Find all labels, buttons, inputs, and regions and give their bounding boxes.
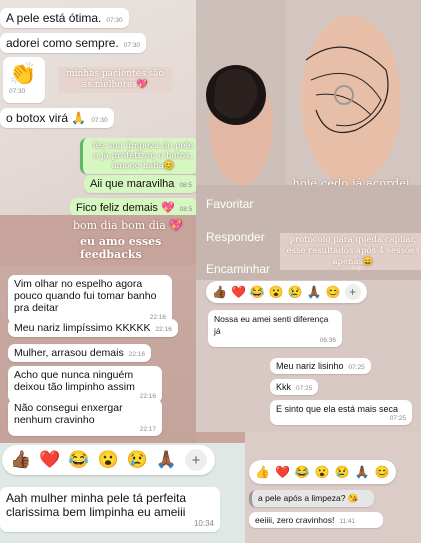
message-bubble: Fico feliz demais 💖 08:5 bbox=[70, 198, 196, 215]
plus-icon[interactable]: + bbox=[344, 284, 361, 300]
message-bubble: Meu nariz limpíssimo KKKKK 22:16 bbox=[8, 319, 178, 337]
message-time: 07:25 bbox=[296, 385, 313, 392]
thumbs-up-icon[interactable]: 👍🏾 bbox=[212, 285, 227, 299]
plus-icon[interactable]: + bbox=[185, 449, 208, 471]
message-time: 06:36 bbox=[319, 337, 336, 344]
message-text: eeiiii, zero cravinhos! bbox=[255, 515, 335, 525]
message-bubble: Mulher, arrasou demais 22:16 bbox=[8, 344, 151, 362]
thumbs-up-icon[interactable]: 👍 bbox=[255, 465, 270, 479]
message-text: E sinto que ela está mais seca bbox=[276, 404, 399, 414]
message-bubble: Aah mulher minha pele tá perfeita claris… bbox=[0, 487, 220, 532]
reaction-bar: 👍🏾 ❤️ 😂 😮 😢 🙏🏾 + bbox=[2, 445, 216, 475]
crying-icon[interactable]: 😢 bbox=[335, 465, 350, 479]
message-bubble: 👏 07:30 bbox=[3, 57, 45, 103]
praying-hands-icon[interactable]: 🙏🏾 bbox=[307, 285, 322, 299]
crying-icon[interactable]: 😢 bbox=[127, 450, 148, 470]
message-time: 07:30 bbox=[9, 88, 26, 95]
chat-screenshot-bottom-right: 👍 ❤️ 😂 😮 😢 🙏🏾 😊 a pele após a limpeza? 😘… bbox=[245, 432, 421, 543]
clapping-hands-emoji: 👏 bbox=[9, 61, 37, 86]
reaction-bar: 👍🏾 ❤️ 😂 😮 😢 🙏🏾 😊 + bbox=[206, 281, 367, 303]
context-menu-panel: Favoritar Responder Encaminhar ↪ protoco… bbox=[196, 185, 421, 280]
quoted-message: fez sua limpeza de pele e já profetizou … bbox=[80, 138, 196, 174]
message-time: 07:30 bbox=[123, 42, 140, 49]
hair-loss-photos bbox=[196, 0, 421, 185]
message-text: Kkk bbox=[276, 382, 292, 392]
laughing-icon[interactable]: 😂 bbox=[68, 450, 89, 470]
message-text: Vim olhar no espelho agora pouco quando … bbox=[14, 278, 157, 314]
menu-item-forward[interactable]: Encaminhar bbox=[206, 262, 270, 276]
message-time: 07:30 bbox=[91, 117, 108, 124]
smile-icon[interactable]: 😊 bbox=[375, 465, 390, 479]
banner-panel: bom dia bom dia 💖 eu amo esses feedbacks bbox=[0, 215, 196, 265]
hair-photos-panel: hoje cedo já acordei com feedback, amooo bbox=[196, 0, 421, 185]
crying-icon[interactable]: 😢 bbox=[288, 285, 303, 299]
quoted-text: fez sua limpeza de pele e já profetizou … bbox=[92, 141, 194, 171]
message-time: 07:25 bbox=[389, 415, 406, 422]
message-time: 10:34 bbox=[193, 519, 214, 528]
message-text: Aah mulher minha pele tá perfeita claris… bbox=[6, 491, 187, 519]
message-bubble: Acho que nunca ninguém deixou tão limpin… bbox=[8, 366, 162, 403]
laughing-icon[interactable]: 😂 bbox=[295, 465, 310, 479]
message-time: 22:17 bbox=[139, 426, 156, 433]
chat-screenshot-top-left: A pele está ótima. 07:30 adorei como semp… bbox=[0, 0, 196, 215]
menu-item-reply[interactable]: Responder bbox=[206, 230, 265, 244]
message-bubble: A pele está ótima. 07:30 bbox=[0, 8, 129, 28]
message-bubble: Vim olhar no espelho agora pouco quando … bbox=[8, 275, 172, 324]
surprised-icon[interactable]: 😮 bbox=[98, 450, 119, 470]
message-bubble: o botox virá 🙏 07:30 bbox=[0, 108, 114, 128]
heart-icon[interactable]: ❤️ bbox=[39, 450, 60, 470]
message-text: adorei como sempre. bbox=[6, 36, 119, 50]
message-text: Acho que nunca ninguém deixou tão limpin… bbox=[14, 369, 135, 393]
menu-item-favorite[interactable]: Favoritar bbox=[206, 197, 253, 211]
banner-line-2: eu amo esses feedbacks bbox=[80, 235, 162, 261]
message-text: A pele está ótima. bbox=[6, 11, 102, 25]
message-bubble: eeiiii, zero cravinhos! 11:41 bbox=[249, 512, 383, 528]
message-time: 11:41 bbox=[339, 518, 356, 525]
message-time: 07:30 bbox=[106, 17, 123, 24]
message-time: 22:16 bbox=[155, 326, 172, 333]
heart-icon[interactable]: ❤️ bbox=[231, 285, 246, 299]
message-bubble: Não consegui enxergar nenhum cravinho 22:… bbox=[8, 399, 162, 436]
message-text: Aii que maravilha bbox=[90, 178, 175, 190]
story-caption: minhas pacientes são as melhores💖 bbox=[58, 67, 172, 93]
message-time: 08:5 bbox=[179, 182, 193, 189]
praying-hands-icon[interactable]: 🙏🏾 bbox=[355, 465, 370, 479]
message-text: Nossa eu amei senti diferença já bbox=[214, 314, 329, 336]
message-bubble: Kkk 07:25 bbox=[270, 379, 319, 395]
message-text: Meu nariz lisinho bbox=[276, 361, 344, 371]
chat-screenshot-bottom-left: 👍🏾 ❤️ 😂 😮 😢 🙏🏾 + Aah mulher minha pele t… bbox=[0, 443, 260, 543]
story-caption: hoje cedo já acordei com feedback, amooo bbox=[292, 176, 410, 185]
chat-screenshot-mid-right: 👍🏾 ❤️ 😂 😮 😢 🙏🏾 😊 + Nossa eu amei senti d… bbox=[196, 280, 421, 432]
message-bubble: E sinto que ela está mais seca 07:25 bbox=[270, 400, 412, 425]
message-bubble: Meu nariz lisinho 07:25 bbox=[270, 358, 371, 374]
reaction-bar: 👍 ❤️ 😂 😮 😢 🙏🏾 😊 bbox=[249, 460, 396, 484]
heart-icon[interactable]: ❤️ bbox=[275, 465, 290, 479]
message-bubble: Nossa eu amei senti diferença já 06:36 bbox=[208, 310, 342, 347]
surprised-icon[interactable]: 😮 bbox=[315, 465, 330, 479]
story-subcaption: protocolo para queda capilar, esse resul… bbox=[280, 233, 421, 270]
message-text: Fico feliz demais 💖 bbox=[76, 202, 175, 214]
banner-line-1: bom dia bom dia 💖 bbox=[72, 219, 184, 232]
smile-icon[interactable]: 😊 bbox=[326, 285, 341, 299]
message-time: 22:16 bbox=[128, 351, 145, 358]
message-bubble: Aii que maravilha 08:5 bbox=[84, 175, 196, 193]
message-text: Meu nariz limpíssimo KKKKK bbox=[14, 322, 151, 334]
message-bubble: adorei como sempre. 07:30 bbox=[0, 33, 146, 53]
message-text: Não consegui enxergar nenhum cravinho bbox=[14, 402, 123, 426]
message-text: Mulher, arrasou demais bbox=[14, 347, 124, 359]
quoted-message: a pele após a limpeza? 😘 bbox=[249, 490, 374, 507]
message-time: 07:25 bbox=[348, 364, 365, 371]
message-text: o botox virá 🙏 bbox=[6, 111, 87, 125]
praying-hands-icon[interactable]: 🙏🏾 bbox=[156, 450, 177, 470]
thumbs-up-icon[interactable]: 👍🏾 bbox=[10, 450, 31, 470]
laughing-icon[interactable]: 😂 bbox=[250, 285, 265, 299]
message-time: 08:5 bbox=[179, 206, 193, 213]
chat-screenshot-mid-left: Vim olhar no espelho agora pouco quando … bbox=[0, 265, 196, 443]
surprised-icon[interactable]: 😮 bbox=[269, 285, 284, 299]
